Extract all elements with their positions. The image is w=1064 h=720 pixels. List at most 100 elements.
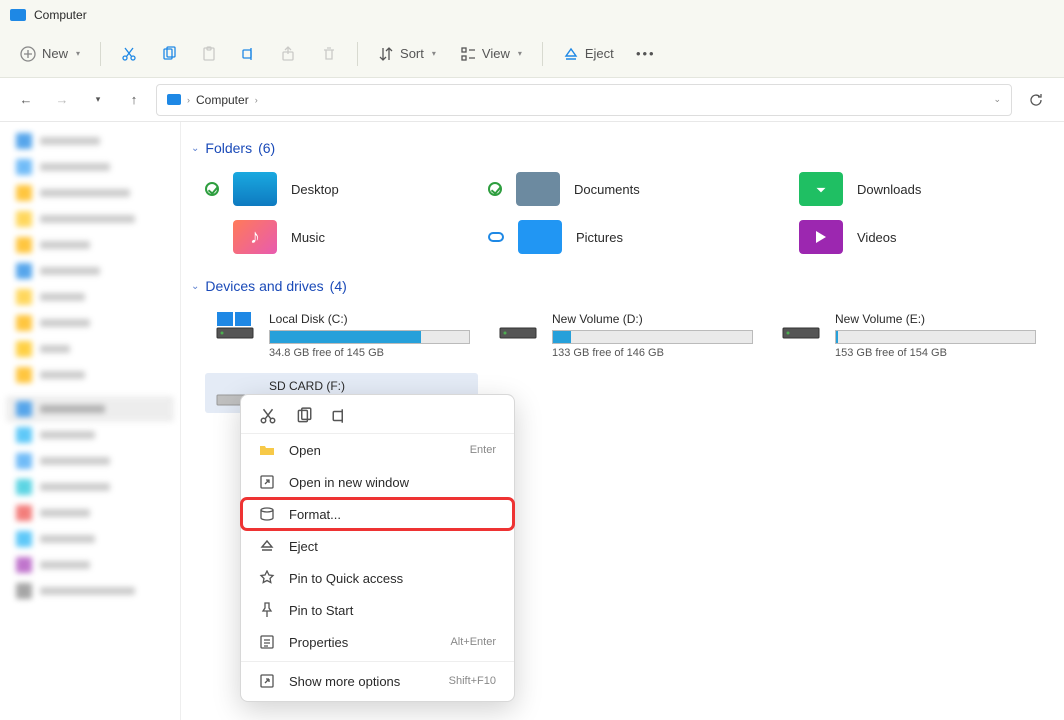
share-icon: [281, 46, 297, 62]
format-icon: [259, 506, 275, 522]
drives-section-header[interactable]: ⌄ Devices and drives (4): [181, 274, 1056, 298]
eject-icon: [259, 538, 275, 554]
more-button[interactable]: •••: [628, 40, 664, 68]
folder-pictures[interactable]: Pictures: [488, 216, 761, 258]
drive-name: Local Disk (C:): [269, 312, 470, 326]
drive-e[interactable]: New Volume (E:) 153 GB free of 154 GB: [771, 306, 1044, 363]
folder-label: Pictures: [576, 230, 623, 245]
chevron-down-icon: ⌄: [191, 143, 199, 154]
folder-music[interactable]: ♪ Music: [205, 216, 478, 258]
chevron-down-icon[interactable]: ⌄: [993, 94, 1001, 105]
music-folder-icon: ♪: [233, 220, 277, 254]
copy-button[interactable]: [151, 40, 187, 68]
sort-label: Sort: [400, 46, 424, 61]
folder-downloads[interactable]: Downloads: [771, 168, 1044, 210]
pin-icon: [259, 602, 275, 618]
folder-desktop[interactable]: Desktop: [205, 168, 478, 210]
rename-icon[interactable]: [331, 407, 349, 425]
view-icon: [460, 46, 476, 62]
chevron-right-icon: ›: [187, 95, 190, 105]
eject-button[interactable]: Eject: [553, 40, 624, 68]
sync-check-icon: [205, 182, 219, 196]
folder-label: Documents: [574, 182, 640, 197]
delete-button: [311, 40, 347, 68]
recent-button[interactable]: ▾: [84, 86, 112, 114]
folders-count: (6): [258, 140, 275, 156]
drive-free-text: 133 GB free of 146 GB: [552, 347, 753, 359]
eject-label: Eject: [585, 46, 614, 61]
cloud-icon: [488, 232, 504, 242]
ctx-pin-start[interactable]: Pin to Start: [241, 594, 514, 626]
new-label: New: [42, 46, 68, 61]
desktop-folder-icon: [233, 172, 277, 206]
drive-c[interactable]: Local Disk (C:) 34.8 GB free of 145 GB: [205, 306, 478, 363]
cut-button[interactable]: [111, 40, 147, 68]
view-button[interactable]: View ▾: [450, 40, 532, 68]
folder-label: Music: [291, 230, 325, 245]
chevron-right-icon: ›: [255, 95, 258, 105]
drive-capacity-bar: [835, 330, 1036, 344]
trash-icon: [321, 46, 337, 62]
address-bar[interactable]: › Computer › ⌄: [156, 84, 1012, 116]
window-title: Computer: [34, 8, 87, 22]
context-menu-icon-row: [241, 399, 514, 434]
rename-button[interactable]: [231, 40, 267, 68]
context-menu: Open Enter Open in new window Format... …: [240, 394, 515, 702]
ctx-more-label: Show more options: [289, 674, 400, 689]
paste-icon: [201, 46, 217, 62]
forward-button: →: [48, 86, 76, 114]
ctx-eject[interactable]: Eject: [241, 530, 514, 562]
computer-icon: [10, 9, 26, 21]
chevron-down-icon: ▾: [518, 49, 522, 58]
star-icon: [259, 570, 275, 586]
drive-capacity-bar: [552, 330, 753, 344]
drive-icon: [779, 310, 823, 342]
ctx-format[interactable]: Format...: [241, 498, 514, 530]
ctx-open-new-label: Open in new window: [289, 475, 409, 490]
cut-icon[interactable]: [259, 407, 277, 425]
ctx-properties-label: Properties: [289, 635, 348, 650]
folder-label: Videos: [857, 230, 897, 245]
ellipsis-icon: •••: [638, 46, 654, 62]
ctx-open-new-window[interactable]: Open in new window: [241, 466, 514, 498]
titlebar: Computer: [0, 0, 1064, 30]
ctx-properties[interactable]: Properties Alt+Enter: [241, 626, 514, 658]
refresh-button[interactable]: [1020, 84, 1052, 116]
windows-drive-icon: [213, 310, 257, 342]
drive-name: New Volume (D:): [552, 312, 753, 326]
folders-section-header[interactable]: ⌄ Folders (6): [181, 136, 1056, 160]
drive-d[interactable]: New Volume (D:) 133 GB free of 146 GB: [488, 306, 761, 363]
more-options-icon: [259, 673, 275, 689]
ctx-pin-quick[interactable]: Pin to Quick access: [241, 562, 514, 594]
ctx-open-shortcut: Enter: [470, 444, 496, 456]
new-button[interactable]: New ▾: [10, 40, 90, 68]
ctx-open[interactable]: Open Enter: [241, 434, 514, 466]
copy-icon: [161, 46, 177, 62]
folder-videos[interactable]: Videos: [771, 216, 1044, 258]
up-button[interactable]: ↑: [120, 86, 148, 114]
breadcrumb-root[interactable]: Computer: [196, 93, 249, 107]
plus-icon: [20, 46, 36, 62]
ctx-eject-label: Eject: [289, 539, 318, 554]
back-button[interactable]: ←: [12, 86, 40, 114]
eject-icon: [563, 46, 579, 62]
sync-check-icon: [488, 182, 502, 196]
copy-icon[interactable]: [295, 407, 313, 425]
sort-button[interactable]: Sort ▾: [368, 40, 446, 68]
sort-icon: [378, 46, 394, 62]
computer-icon: [167, 94, 181, 105]
ctx-format-label: Format...: [289, 507, 341, 522]
drive-capacity-bar: [269, 330, 470, 344]
ctx-properties-shortcut: Alt+Enter: [450, 636, 496, 648]
downloads-folder-icon: [799, 172, 843, 206]
folder-documents[interactable]: Documents: [488, 168, 761, 210]
chevron-down-icon: ▾: [432, 49, 436, 58]
videos-folder-icon: [799, 220, 843, 254]
rename-icon: [241, 46, 257, 62]
navigation-bar: ← → ▾ ↑ › Computer › ⌄: [0, 78, 1064, 122]
ctx-more-options[interactable]: Show more options Shift+F10: [241, 665, 514, 697]
properties-icon: [259, 634, 275, 650]
folder-label: Downloads: [857, 182, 921, 197]
sidebar[interactable]: [0, 122, 180, 720]
cut-icon: [121, 46, 137, 62]
